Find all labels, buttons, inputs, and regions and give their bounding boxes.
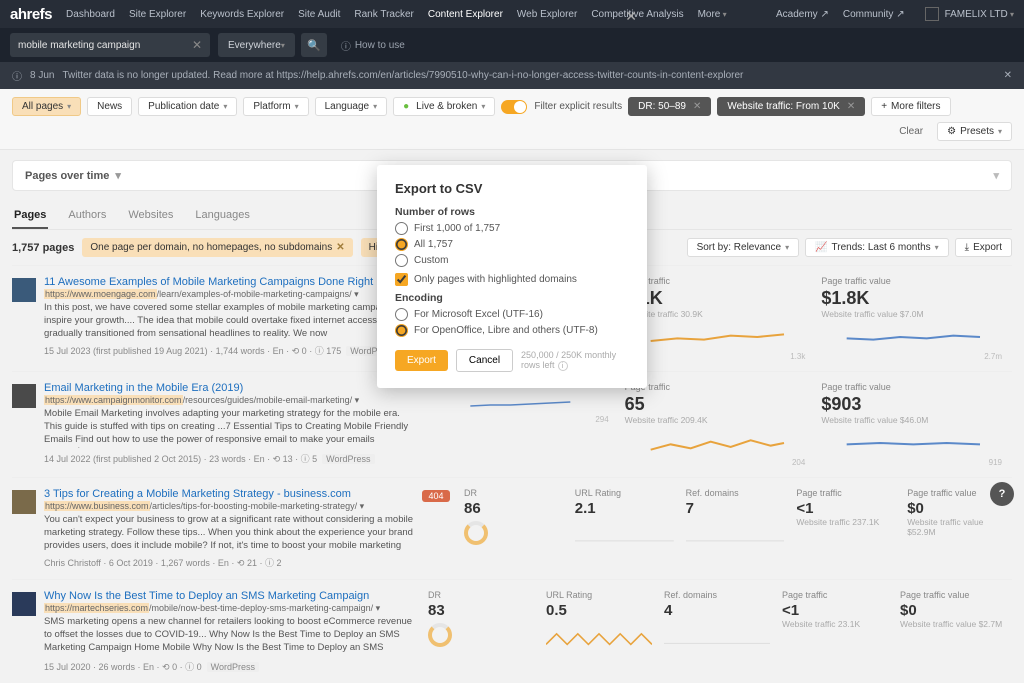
filter-dr[interactable]: DR: 50–89✕: [628, 97, 711, 116]
modal-title: Export to CSV: [395, 181, 629, 196]
result-title[interactable]: Why Now Is the Best Time to Deploy an SM…: [44, 590, 414, 602]
filter-live-broken[interactable]: Live & broken: [393, 97, 495, 116]
result-snippet: You can't expect your business to grow a…: [44, 514, 414, 552]
tab-pages[interactable]: Pages: [12, 203, 48, 229]
tab-authors[interactable]: Authors: [66, 203, 108, 229]
result-url[interactable]: https://www.moengage.com/learn/examples-…: [44, 289, 414, 300]
radio-utf16[interactable]: For Microsoft Excel (UTF-16): [395, 308, 629, 321]
result-row: Why Now Is the Best Time to Deploy an SM…: [12, 579, 1012, 683]
nav-keywords-explorer[interactable]: Keywords Explorer: [200, 9, 284, 20]
quota-text: 250,000 / 250K monthly rows lefti: [521, 350, 629, 371]
search-button[interactable]: 🔍: [301, 33, 327, 57]
result-url[interactable]: https://martechseries.com/mobile/now-bes…: [44, 603, 414, 614]
result-url[interactable]: https://www.business.com/articles/tips-f…: [44, 501, 414, 512]
notice-close-icon[interactable]: ✕: [1004, 70, 1012, 81]
notification-icon[interactable]: [925, 7, 939, 21]
logo[interactable]: ahrefs: [10, 6, 52, 23]
nav-site-explorer[interactable]: Site Explorer: [129, 9, 186, 20]
nav-academy[interactable]: Academy ↗: [776, 9, 829, 20]
result-thumbnail: [12, 490, 36, 514]
result-count: 1,757 pages: [12, 242, 74, 254]
filter-website-traffic[interactable]: Website traffic: From 10K✕: [717, 97, 865, 116]
info-icon[interactable]: i: [558, 361, 568, 371]
radio-utf8[interactable]: For OpenOffice, Libre and others (UTF-8): [395, 324, 629, 337]
filter-more[interactable]: + More filters: [871, 97, 950, 116]
result-title[interactable]: 11 Awesome Examples of Mobile Marketing …: [44, 276, 414, 288]
filter-pubdate[interactable]: Publication date: [138, 97, 237, 116]
result-title[interactable]: Email Marketing in the Mobile Era (2019): [44, 382, 414, 394]
clear-filters[interactable]: Clear: [891, 122, 931, 141]
scope-select[interactable]: Everywhere: [218, 33, 295, 57]
result-thumbnail: [12, 384, 36, 408]
help-fab[interactable]: ?: [990, 482, 1014, 506]
chip-one-per-domain[interactable]: One page per domain, no homepages, no su…: [82, 238, 352, 257]
nav-web-explorer[interactable]: Web Explorer: [517, 9, 577, 20]
radio-custom[interactable]: Custom: [395, 254, 629, 267]
filter-language[interactable]: Language: [315, 97, 388, 116]
tab-languages[interactable]: Languages: [193, 203, 251, 229]
nav-content-explorer[interactable]: Content Explorer: [428, 9, 503, 20]
result-thumbnail: [12, 592, 36, 616]
result-thumbnail: [12, 278, 36, 302]
check-highlighted-only[interactable]: Only pages with highlighted domains: [395, 273, 629, 286]
sort-select[interactable]: Sort by: Relevance: [687, 238, 800, 257]
nav-more[interactable]: More: [698, 9, 727, 20]
export-modal: ✕ Export to CSV Number of rows First 1,0…: [377, 165, 647, 388]
search-box: ✕: [10, 33, 210, 57]
result-snippet: In this post, we have covered some stell…: [44, 302, 414, 340]
search-bar: ✕ Everywhere 🔍 ⓘHow to use: [0, 28, 1024, 62]
dr-donut-icon: [428, 623, 452, 647]
result-meta: Chris Christoff · 6 Oct 2019 · 1,267 wor…: [44, 556, 414, 569]
result-snippet: SMS marketing opens a new channel for re…: [44, 616, 414, 656]
nav-dashboard[interactable]: Dashboard: [66, 9, 115, 20]
remove-traffic-icon[interactable]: ✕: [847, 101, 855, 112]
explicit-toggle[interactable]: Filter explicit results: [501, 100, 622, 114]
result-meta: 15 Jul 2020 · 26 words · En · ⟲ 0 · ⓘ 0W…: [44, 660, 414, 673]
notice-date: 8 Jun: [30, 70, 54, 81]
result-title[interactable]: 3 Tips for Creating a Mobile Marketing S…: [44, 488, 414, 500]
nav-community[interactable]: Community ↗: [843, 9, 905, 20]
top-nav: ahrefs Dashboard Site Explorer Keywords …: [0, 0, 1024, 28]
filter-bar: All pages News Publication date Platform…: [0, 89, 1024, 150]
nav-site-audit[interactable]: Site Audit: [298, 9, 340, 20]
dr-donut-icon: [464, 521, 488, 545]
modal-export-button[interactable]: Export: [395, 350, 448, 371]
remove-dr-icon[interactable]: ✕: [693, 101, 701, 112]
info-icon: ⓘ: [12, 68, 22, 83]
tab-websites[interactable]: Websites: [126, 203, 175, 229]
result-row: 3 Tips for Creating a Mobile Marketing S…: [12, 477, 1012, 579]
result-url[interactable]: https://www.campaignmonitor.com/resource…: [44, 395, 414, 406]
account-menu[interactable]: FAMELIX LTD: [945, 9, 1014, 20]
nav-rank-tracker[interactable]: Rank Tracker: [354, 9, 413, 20]
result-meta: 14 Jul 2022 (first published 2 Oct 2015)…: [44, 452, 414, 465]
rows-label: Number of rows: [395, 206, 629, 218]
notice-banner: ⓘ 8 Jun Twitter data is no longer update…: [0, 62, 1024, 89]
radio-all[interactable]: All 1,757: [395, 238, 629, 251]
search-input[interactable]: [18, 40, 192, 51]
filter-platform[interactable]: Platform: [243, 97, 308, 116]
modal-cancel-button[interactable]: Cancel: [456, 349, 513, 372]
radio-first-1000[interactable]: First 1,000 of 1,757: [395, 222, 629, 235]
clear-search-icon[interactable]: ✕: [192, 38, 202, 52]
result-meta: 15 Jul 2023 (first published 19 Aug 2021…: [44, 344, 414, 357]
chevron-down-icon: ▾: [115, 169, 121, 182]
presets-menu[interactable]: ⚙ Presets: [937, 122, 1012, 141]
status-badge-404: 404: [422, 490, 450, 502]
result-snippet: Mobile Email Marketing involves adapting…: [44, 408, 414, 448]
how-to-use[interactable]: ⓘHow to use: [341, 38, 405, 53]
chip-close-icon[interactable]: ✕: [336, 242, 344, 253]
filter-all-pages[interactable]: All pages: [12, 97, 81, 116]
notice-text: Twitter data is no longer updated. Read …: [62, 70, 743, 81]
filter-news[interactable]: News: [87, 97, 132, 116]
nav-competitive[interactable]: Competitive Analysis: [591, 9, 683, 20]
encoding-label: Encoding: [395, 292, 629, 304]
export-button[interactable]: ⤓ Export: [955, 238, 1012, 257]
trends-select[interactable]: 📈 Trends: Last 6 months: [805, 238, 949, 257]
modal-close-icon[interactable]: ✕: [625, 8, 637, 25]
